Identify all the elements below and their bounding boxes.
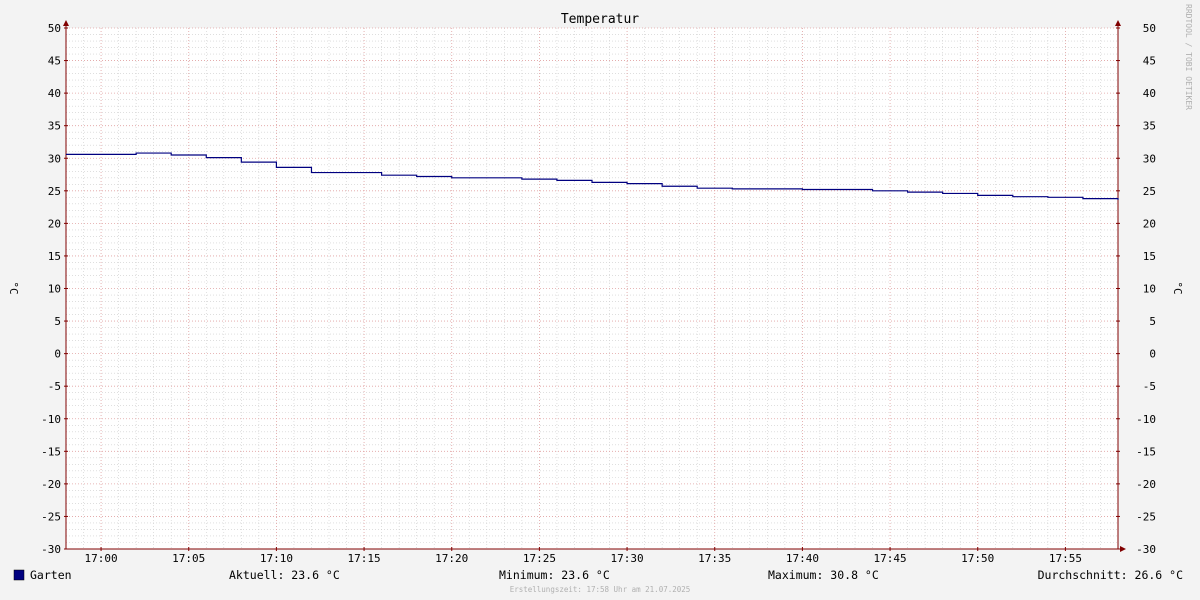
y-tick-label-right: 15 (1143, 250, 1156, 263)
y-tick-label-left: 5 (54, 315, 61, 328)
y-tick-label-left: 35 (48, 120, 61, 133)
x-tick-label: 17:15 (348, 552, 381, 565)
y-tick-label-left: 25 (48, 185, 61, 198)
x-tick-label: 17:30 (611, 552, 644, 565)
y-tick-label-right: -15 (1136, 445, 1156, 458)
y-tick-label-left: -10 (41, 413, 61, 426)
y-tick-label-left: 0 (54, 348, 61, 361)
y-tick-label-right: -10 (1136, 413, 1156, 426)
legend-swatch (13, 569, 25, 581)
x-tick-label: 17:10 (260, 552, 293, 565)
x-tick-label: 17:55 (1049, 552, 1082, 565)
x-tick-label: 17:50 (961, 552, 994, 565)
stat-average: Durchschnitt: 26.6 °C (1038, 568, 1183, 582)
y-tick-label-right: 50 (1143, 22, 1156, 35)
y-tick-label-right: 45 (1143, 55, 1156, 68)
x-tick-label: 17:00 (85, 552, 118, 565)
y-tick-label-left: 45 (48, 55, 61, 68)
y-tick-label-left: 20 (48, 217, 61, 230)
y-tick-label-left: 50 (48, 22, 61, 35)
x-tick-label: 17:20 (435, 552, 468, 565)
x-tick-label: 17:25 (523, 552, 556, 565)
y-tick-label-right: -5 (1143, 380, 1156, 393)
y-tick-label-left: 15 (48, 250, 61, 263)
y-tick-label-left: 10 (48, 283, 61, 296)
x-tick-label: 17:40 (786, 552, 819, 565)
y-tick-label-left: 40 (48, 87, 61, 100)
y-tick-label-right: 10 (1143, 283, 1156, 296)
stat-minimum: Minimum: 23.6 °C (499, 568, 610, 582)
y-tick-label-left: -5 (48, 380, 61, 393)
x-tick-label: 17:35 (698, 552, 731, 565)
stat-maximum: Maximum: 30.8 °C (768, 568, 879, 582)
y-tick-label-right: 0 (1149, 348, 1156, 361)
stat-current: Aktuell: 23.6 °C (229, 568, 340, 582)
temperature-chart: 50454035302520151050-5-10-15-20-25-30 50… (0, 0, 1200, 600)
y-tick-label-right: 5 (1149, 315, 1156, 328)
y-tick-label-right: 20 (1143, 217, 1156, 230)
watermark: RRDTOOL / TOBI OETIKER (1184, 4, 1193, 110)
y-axis-label-left: °C (7, 281, 20, 294)
y-tick-label-right: 40 (1143, 87, 1156, 100)
y-tick-label-right: 30 (1143, 152, 1156, 165)
legend-label: Garten (30, 568, 72, 582)
x-tick-label: 17:05 (172, 552, 205, 565)
y-tick-label-right: -20 (1136, 478, 1156, 491)
y-tick-label-left: -20 (41, 478, 61, 491)
y-axis-label-right: °C (1171, 281, 1184, 294)
chart-title: Temperatur (561, 12, 639, 27)
y-tick-label-right: 25 (1143, 185, 1156, 198)
y-tick-label-right: 35 (1143, 120, 1156, 133)
y-tick-label-right: -25 (1136, 510, 1156, 523)
footer-timestamp: Erstellungszeit: 17:58 Uhr am 21.07.2025 (510, 585, 691, 594)
y-tick-label-left: -15 (41, 445, 61, 458)
y-tick-label-left: 30 (48, 152, 61, 165)
y-tick-label-left: -25 (41, 510, 61, 523)
y-tick-label-right: -30 (1136, 543, 1156, 556)
y-tick-label-left: -30 (41, 543, 61, 556)
x-tick-label: 17:45 (874, 552, 907, 565)
